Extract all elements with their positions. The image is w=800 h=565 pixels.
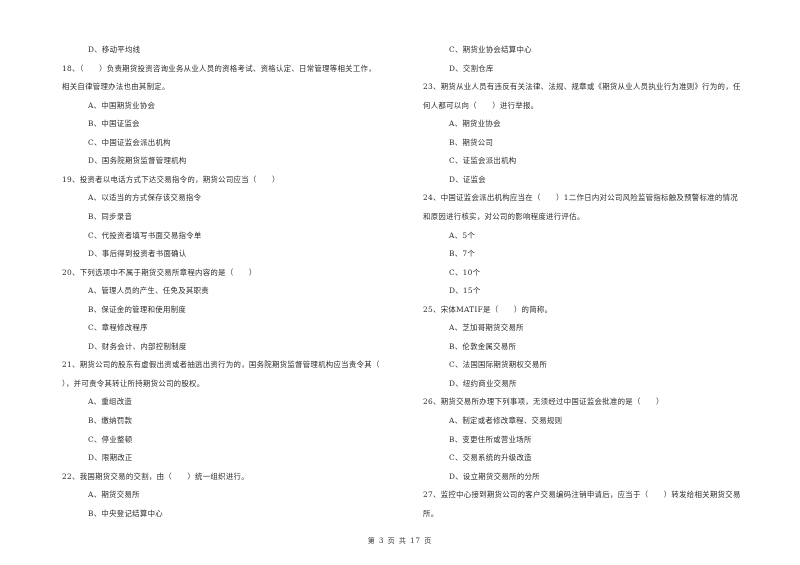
question-text: 19、投资者以电话方式下达交易指令的，期货公司应当（ ） bbox=[62, 174, 280, 184]
question-text: 27、监控中心接到期货公司的客户交易编码注销申请后，应当于（ ）转发给相关期货交… bbox=[423, 490, 741, 500]
answer-option: D、交割仓库 bbox=[449, 63, 494, 73]
answer-option: D、纽约商业交易所 bbox=[449, 378, 517, 388]
answer-option: D、移动平均线 bbox=[88, 45, 141, 54]
answer-option: B、期货公司 bbox=[449, 137, 494, 147]
question-text: 所。 bbox=[423, 508, 439, 518]
answer-option: A、中国期货业协会 bbox=[88, 100, 156, 110]
answer-option: A、管理人员的产生、任免及其职责 bbox=[88, 286, 209, 296]
answer-option: A、芝加哥期货交易所 bbox=[449, 323, 524, 333]
answer-option: C、中国证监会派出机构 bbox=[88, 137, 171, 147]
answer-option: C、法国国际期货期权交易所 bbox=[449, 360, 548, 370]
question-text: 18、（ ）负责期货投资咨询业务从业人员的资格考试、资格认定、日常管理等相关工作… bbox=[62, 63, 376, 73]
answer-option: D、证监会 bbox=[449, 174, 486, 184]
question-text: 22、我国期货交易的交割，由（ ）统一组织进行。 bbox=[62, 471, 249, 481]
answer-option: A、重组改造 bbox=[88, 397, 133, 407]
answer-option: D、15个 bbox=[449, 286, 481, 296]
answer-option: B、保证金的管理和使用制度 bbox=[88, 304, 187, 314]
answer-option: D、财务会计、内部控制制度 bbox=[88, 341, 187, 351]
answer-option: C、交易系统的升级改造 bbox=[449, 453, 532, 463]
question-text: 25、宋体MATIF是（ ）的简称。 bbox=[423, 304, 553, 314]
answer-option: B、中央登记结算中心 bbox=[88, 508, 163, 518]
answer-option: D、国务院期货监督管理机构 bbox=[88, 156, 187, 166]
answer-option: A、期货业协会 bbox=[449, 119, 501, 129]
question-text: 和原因进行核实，对公司的影响程度进行评估。 bbox=[423, 211, 585, 221]
answer-option: C、期货业协会结算中心 bbox=[449, 45, 532, 54]
answer-option: A、期货交易所 bbox=[88, 490, 140, 500]
answer-option: C、10个 bbox=[449, 267, 481, 277]
answer-option: B、中国证监会 bbox=[88, 119, 140, 129]
question-text: 相关自律管理办法也由其制定。 bbox=[62, 82, 170, 92]
answer-option: B、缴纳罚款 bbox=[88, 416, 133, 425]
answer-option: C、证监会派出机构 bbox=[449, 156, 517, 166]
answer-option: A、制定或者修改章程、交易规则 bbox=[449, 416, 563, 425]
answer-option: A、以适当的方式保存该交易指令 bbox=[88, 193, 202, 203]
answer-option: D、设立期货交易所的分所 bbox=[449, 471, 540, 481]
question-text: 20、下列选项中不属于期货交易所章程内容的是（ ） bbox=[62, 267, 257, 277]
question-text: 26、期货交易所办理下列事项，无须经过中国证监会批准的是（ ） bbox=[423, 397, 664, 407]
answer-option: D、限期改正 bbox=[88, 453, 133, 463]
question-text: 21、期货公司的股东有虚假出资或者抽逃出资行为的，国务院期货监督管理机构应当责令… bbox=[62, 360, 380, 370]
question-text: 24、中国证监会派出机构应当在（ ）1二作日内对公司风险监管指标触及预警标准的情… bbox=[423, 193, 738, 203]
answer-option: D、事后得到投资者书面确认 bbox=[88, 249, 187, 259]
answer-option: A、5个 bbox=[449, 230, 476, 240]
answer-option: B、7个 bbox=[449, 249, 476, 259]
answer-option: C、章程修改程序 bbox=[88, 323, 148, 333]
answer-option: C、代投资者填写书面交易指令单 bbox=[88, 230, 202, 240]
question-text: 何人都可以向（ ）进行举报。 bbox=[423, 100, 539, 110]
question-text: 23、期货从业人员有违反有关法律、法规、规章或《期货从业人员执业行为准则》行为的… bbox=[423, 82, 741, 92]
answer-option: B、变更住所或营业场所 bbox=[449, 434, 532, 444]
question-text: ），并可责令其转让所持期货公司的股权。 bbox=[62, 378, 205, 388]
answer-option: C、停业整顿 bbox=[88, 434, 133, 444]
page-footer: 第 3 页 共 17 页 bbox=[367, 537, 433, 545]
answer-option: B、伦敦金属交易所 bbox=[449, 341, 517, 351]
answer-option: B、同步录音 bbox=[88, 211, 133, 221]
